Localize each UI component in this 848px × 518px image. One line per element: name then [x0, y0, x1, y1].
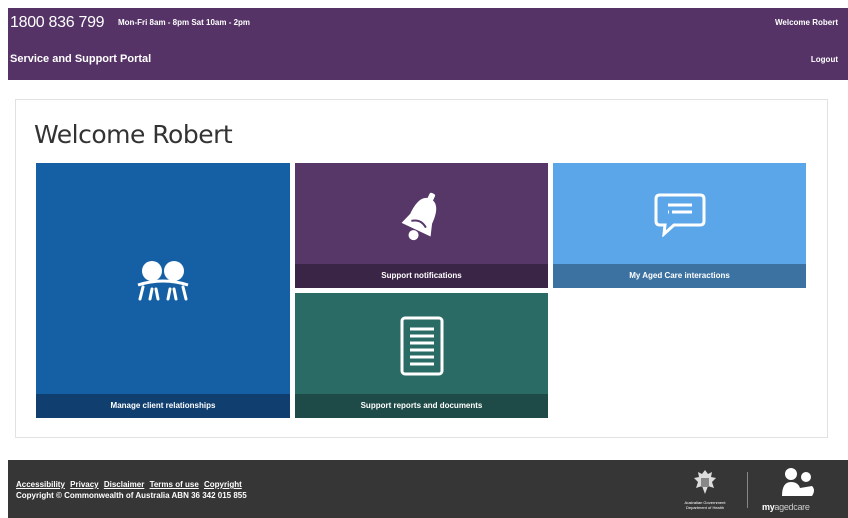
brand-aged: aged [774, 502, 794, 512]
portal-title: Service and Support Portal [10, 53, 152, 65]
document-icon [400, 316, 443, 376]
disclaimer-link[interactable]: Disclaimer [104, 480, 144, 489]
copyright-text: Copyright © Commonwealth of Australia AB… [16, 491, 247, 500]
gov-text-line-2: Department of Health [685, 505, 725, 510]
tile-support-notifications[interactable]: Support notifications [295, 163, 548, 288]
tile-label: Support notifications [295, 264, 548, 288]
tile-my-aged-care-interactions[interactable]: My Aged Care interactions [553, 163, 806, 288]
brand-care: care [793, 502, 810, 512]
coat-of-arms-icon [694, 470, 716, 494]
tile-label: Support reports and documents [295, 394, 548, 418]
footer: Accessibility Privacy Disclaimer Terms o… [8, 460, 848, 518]
bell-icon [401, 192, 436, 241]
tile-manage-client-relationships[interactable]: Manage client relationships [36, 163, 290, 418]
chat-icon [654, 193, 705, 237]
my-aged-care-logo: myagedcare [760, 466, 836, 514]
logout-link[interactable]: Logout [811, 55, 838, 64]
people-icon [137, 261, 189, 301]
opening-hours: Mon-Fri 8am - 8pm Sat 10am - 2pm [118, 18, 251, 27]
tile-label: Manage client relationships [36, 394, 290, 418]
page-title: Welcome Robert [34, 120, 233, 149]
header-welcome-text: Welcome Robert [775, 18, 838, 27]
logo-divider [747, 472, 748, 508]
tile-support-reports-and-documents[interactable]: Support reports and documents [295, 293, 548, 418]
australian-government-logo: Australian Government Department of Heal… [672, 468, 738, 512]
accessibility-link[interactable]: Accessibility [16, 480, 65, 489]
footer-links: Accessibility Privacy Disclaimer Terms o… [16, 480, 245, 489]
terms-of-use-link[interactable]: Terms of use [150, 480, 199, 489]
top-header: 1800 836 799 Mon-Fri 8am - 8pm Sat 10am … [8, 8, 848, 80]
privacy-link[interactable]: Privacy [70, 480, 98, 489]
copyright-link[interactable]: Copyright [204, 480, 242, 489]
phone-number: 1800 836 799 [10, 14, 105, 31]
tile-label: My Aged Care interactions [553, 264, 806, 288]
brand-my: my [762, 502, 775, 512]
my-aged-care-figures-icon [782, 468, 814, 496]
